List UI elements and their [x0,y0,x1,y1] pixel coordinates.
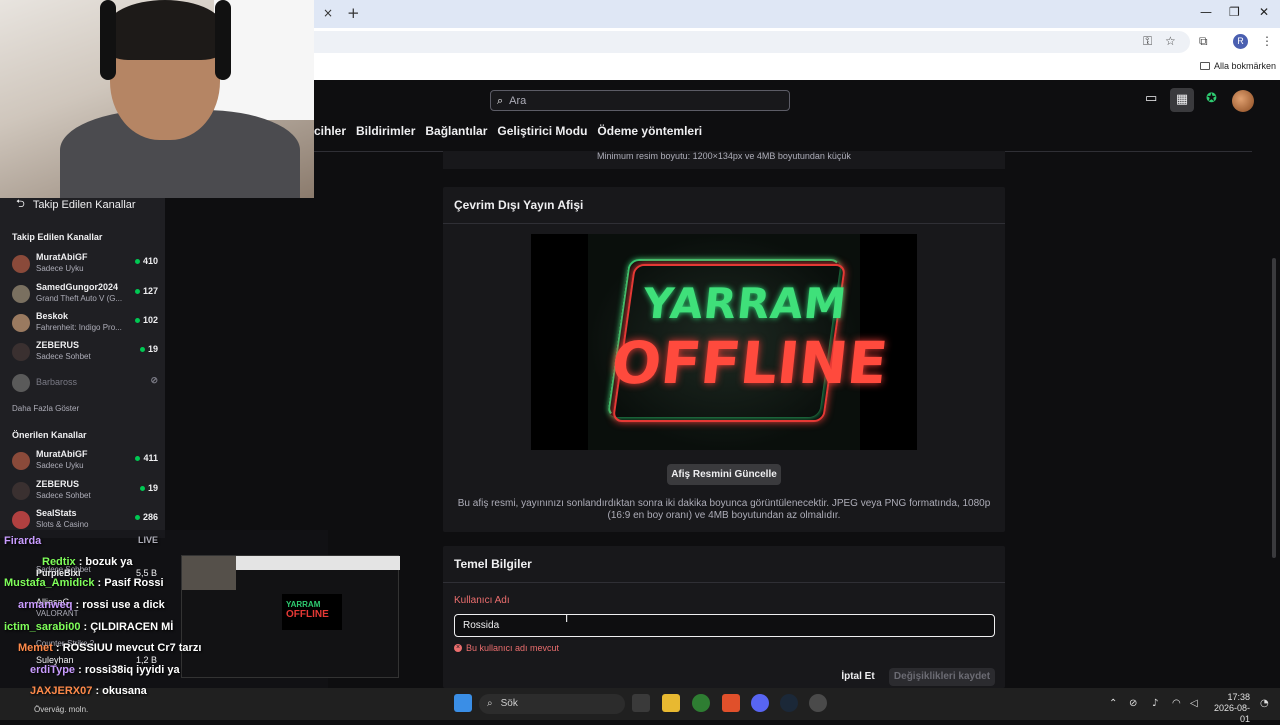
all-bookmarks[interactable]: Alla bokmärken [1200,61,1276,71]
username-error: × Bu kullanıcı adı mevcut [454,643,560,653]
prime-icon[interactable]: ▭ [1145,91,1157,106]
avatar [12,482,30,500]
network-icon[interactable]: ⊘ [1129,698,1137,709]
chat-message: Redtix : bozuk ya [42,556,133,568]
sidebar-channel[interactable]: ZEBERUS Sadece Sohbet 19 [12,479,162,505]
taskbar-clock[interactable]: 17:38 2026-08-01 [1204,692,1250,725]
notification-bell-icon[interactable]: ◔ [1260,698,1269,709]
tab-connections[interactable]: Bağlantılar [425,124,487,138]
tab-notifications[interactable]: Bildirimler [356,124,415,138]
webcam-overlay [0,0,314,198]
key-icon[interactable]: ⚿ [1143,34,1152,49]
banner-text-2: OFFLINE [608,329,891,397]
username-field[interactable]: Rossida [454,614,995,637]
volume-icon[interactable]: ◁ [1190,698,1198,709]
offline-icon: ⊘ [150,375,158,385]
panel-divider [443,223,1005,224]
banner-note: Bu afiş resmi, yayınınızı sonlandırdıkta… [457,498,991,521]
text-cursor-icon: I [565,612,569,625]
notifications-icon[interactable]: ▦ [1170,88,1194,112]
steam-icon[interactable] [780,694,798,712]
app-icon[interactable] [809,694,827,712]
star-icon[interactable]: ☆ [1165,34,1176,48]
page-scrollbar[interactable] [1272,258,1276,558]
chrome-icon[interactable] [692,694,710,712]
user-avatar[interactable] [1232,90,1254,112]
stream-preview-thumbnail: YARRAM OFFLINE [181,555,400,678]
chat-message: erdiType : rossi38iq iyyidi ya [30,664,180,676]
cancel-button[interactable]: İptal Et [836,670,880,684]
offline-banner-image: YARRAM OFFLINE [531,234,917,450]
brave-icon[interactable] [722,694,740,712]
search-icon: ⌕ [487,698,493,709]
maximize-icon[interactable]: ❐ [1229,5,1240,19]
search-icon: ⌕ [497,93,504,107]
chat-message: Mustafa_Amidick : Pasif Rossi [4,577,164,589]
offline-banner-title: Çevrim Dışı Yayın Afişi [454,198,584,212]
chat-message: ictim_sarabi00 : ÇILDIRACEN Mİ [4,621,174,633]
tab-developer-mode[interactable]: Geliştirici Modu [497,124,587,138]
error-icon: × [454,644,462,652]
discord-icon[interactable] [751,694,769,712]
profile-avatar[interactable]: R [1233,34,1248,49]
menu-kebab-icon[interactable]: ⋮ [1261,34,1273,48]
search-placeholder: Ara [509,94,527,107]
avatar [12,285,30,303]
sidebar-channel[interactable]: Beskok Fahrenheit: Indigo Pro... 102 [12,311,162,337]
settings-tabs: cihler Bildirimler Bağlantılar Geliştiri… [314,124,702,138]
followed-title: Takip Edilen Kanallar [12,232,103,242]
bits-icon[interactable]: ✪ [1206,91,1217,106]
minimize-icon[interactable]: — [1200,5,1212,19]
banner-min-size-note: Minimum resim boyutu: 1200×134px ve 4MB … [443,151,1005,169]
avatar [12,452,30,470]
chat-message: Firarda LIVE [4,535,159,547]
update-banner-button[interactable]: Afiş Resmini Güncelle [667,464,781,485]
tab-close-icon[interactable]: × [323,6,333,20]
extensions-icon[interactable]: ⧉ [1199,34,1208,49]
chat-message: Memet : ROSSIUU mevcut Cr7 tarzı [18,642,202,654]
show-more-link[interactable]: Daha Fazla Göster [12,404,79,413]
banner-text-1: YARRAM [640,279,850,328]
search-input[interactable]: ⌕ Ara [490,90,790,111]
address-bar[interactable] [300,31,1190,53]
recommended-title: Önerilen Kanallar [12,430,87,440]
new-tab-button[interactable]: + [347,4,360,22]
username-label: Kullanıcı Adı [454,595,510,606]
microphone-icon[interactable]: ♪ [1152,698,1158,709]
save-changes-button[interactable]: Değişiklikleri kaydet [889,668,995,686]
taskview-icon[interactable] [632,694,650,712]
weather-text: Övervág. moln. [34,705,89,714]
panel-divider [443,582,1005,583]
basic-info-title: Temel Bilgiler [454,557,532,571]
avatar [12,314,30,332]
sidebar-channel[interactable]: MuratAbiGF Sadece Uyku 411 [12,449,162,475]
window-close-icon[interactable]: ✕ [1259,5,1269,19]
sidebar-channel[interactable]: SamedGungor2024 Grand Theft Auto V (G... 1… [12,282,162,308]
windows-start-icon[interactable] [454,694,472,712]
chat-message: JAXJERX07 : okusana [30,685,147,697]
folder-icon [1200,62,1210,70]
sidebar-channel[interactable]: MuratAbiGF Sadece Uyku 410 [12,252,162,278]
tray-chevron-icon[interactable]: ⌃ [1109,698,1117,709]
avatar [12,343,30,361]
chat-message: armanweq : rossi use a dick [18,599,165,611]
tab-preferences[interactable]: cihler [314,124,346,138]
sidebar-channel-offline[interactable]: Barbaross ⊘ [12,371,162,397]
wifi-icon[interactable]: ◠ [1172,698,1181,709]
taskbar-search[interactable]: ⌕ Sök [479,694,625,714]
avatar [12,511,30,529]
avatar [12,255,30,273]
tab-payment-methods[interactable]: Ödeme yöntemleri [597,124,702,138]
file-explorer-icon[interactable] [662,694,680,712]
sidebar-channel[interactable]: ZEBERUS Sadece Sohbet 19 [12,340,162,366]
avatar [12,374,30,392]
